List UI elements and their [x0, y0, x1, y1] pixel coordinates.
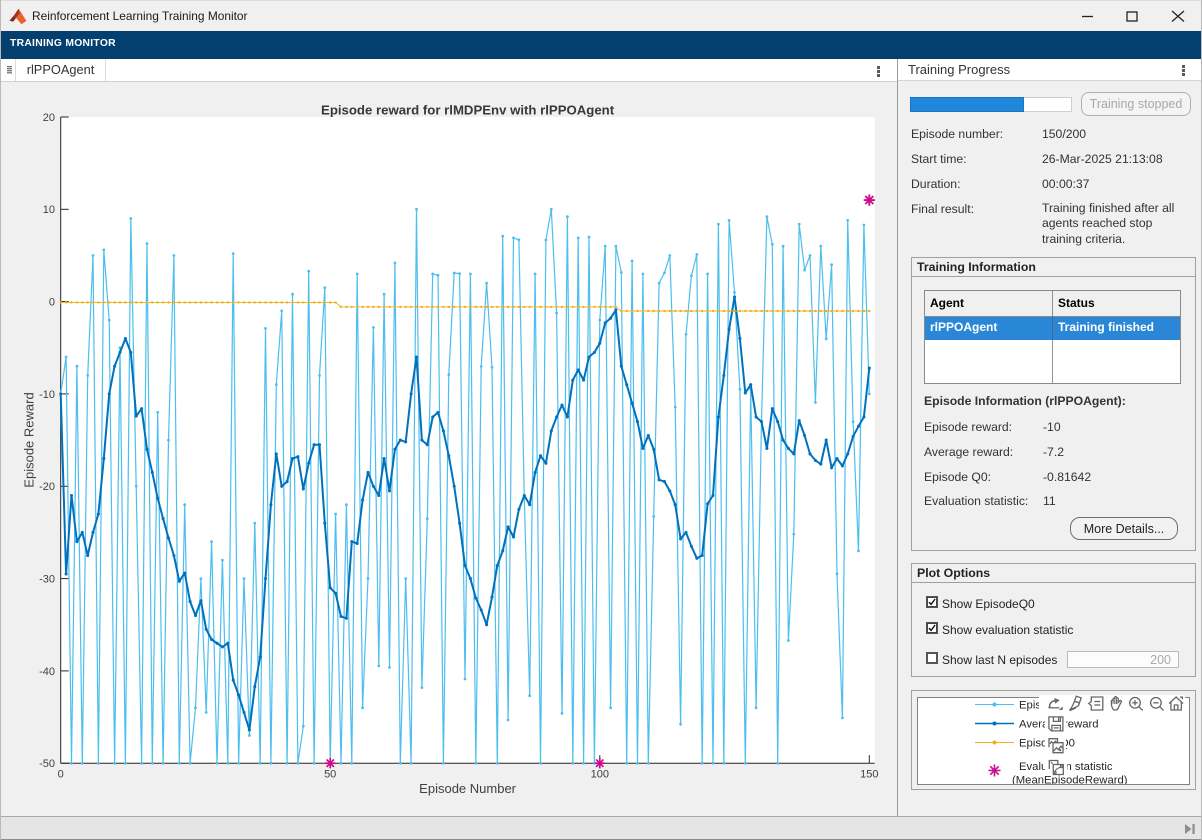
svg-text:-50: -50 — [39, 758, 55, 770]
svg-text:0: 0 — [49, 297, 55, 309]
svg-text:150: 150 — [860, 769, 878, 781]
svg-text:Episode Reward: Episode Reward — [22, 392, 37, 487]
svg-text:Episode reward for rlMDPEnv wi: Episode reward for rlMDPEnv with rlPPOAg… — [321, 103, 615, 118]
svg-text:50: 50 — [324, 769, 336, 781]
svg-text:0: 0 — [58, 769, 64, 781]
svg-text:20: 20 — [43, 112, 55, 124]
svg-text:10: 10 — [43, 204, 55, 216]
svg-text:-20: -20 — [39, 481, 55, 493]
svg-text:Episode Number: Episode Number — [419, 781, 516, 796]
svg-text:-40: -40 — [39, 666, 55, 678]
svg-text:100: 100 — [591, 769, 609, 781]
svg-text:-10: -10 — [39, 389, 55, 401]
svg-text:-30: -30 — [39, 574, 55, 586]
